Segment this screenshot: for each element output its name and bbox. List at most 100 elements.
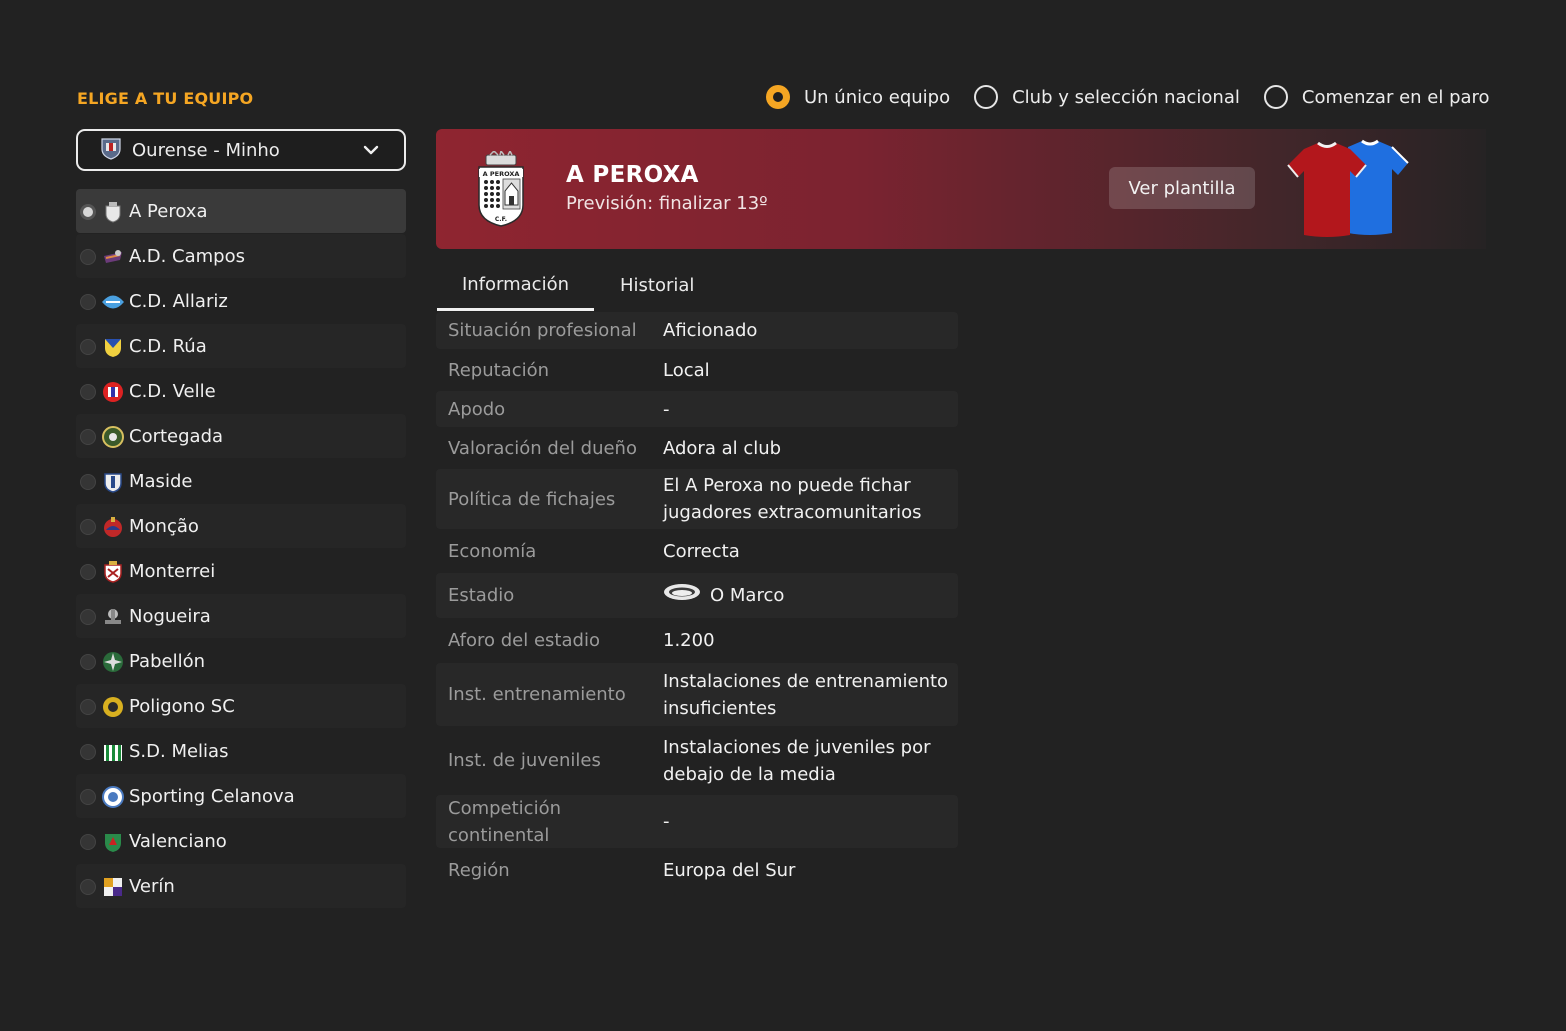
- team-name: Maside: [129, 471, 193, 492]
- team-radio[interactable]: [80, 428, 96, 445]
- info-label: Apodo: [448, 398, 506, 420]
- mode-option-label: Club y selección nacional: [1012, 86, 1240, 108]
- team-radio[interactable]: [80, 338, 96, 355]
- team-name: Pabellón: [129, 651, 205, 672]
- team-name: S.D. Melias: [129, 741, 229, 762]
- team-item-cortegada[interactable]: Cortegada: [76, 414, 406, 459]
- team-name: C.D. Velle: [129, 381, 216, 402]
- team-item-cd-rua[interactable]: C.D. Rúa: [76, 324, 406, 369]
- team-item-moncao[interactable]: Monção: [76, 504, 406, 549]
- info-label: Economía: [448, 540, 537, 562]
- team-radio[interactable]: [80, 248, 96, 265]
- club-crest-footer: C.F.: [495, 216, 507, 223]
- mode-option-label: Comenzar en el paro: [1301, 86, 1490, 108]
- team-item-cd-velle[interactable]: C.D. Velle: [76, 369, 406, 414]
- team-crest-icon: [101, 290, 125, 314]
- region-crest-icon: [100, 136, 122, 164]
- info-row-continental-competition: Competición continental -: [436, 795, 958, 848]
- club-name: A PEROXA: [566, 162, 699, 188]
- info-label: Política de fichajes: [448, 488, 616, 510]
- info-value: Aficionado: [663, 320, 758, 341]
- team-name: Nogueira: [129, 606, 211, 627]
- team-name: Cortegada: [129, 426, 224, 447]
- info-label: Competición continental: [448, 797, 561, 846]
- tab-informacion[interactable]: Información: [437, 260, 594, 311]
- info-row-transfer-policy: Política de fichajes El A Peroxa no pued…: [436, 469, 958, 529]
- info-value: Correcta: [663, 540, 740, 562]
- club-info-table: Situación profesional Aficionado Reputac…: [436, 312, 958, 892]
- team-item-verin[interactable]: Verín: [76, 864, 406, 909]
- team-item-cd-allariz[interactable]: C.D. Allariz: [76, 279, 406, 324]
- club-prediction: Previsión: finalizar 13º: [566, 193, 768, 214]
- team-crest-icon: [101, 245, 125, 269]
- info-value: 1.200: [663, 630, 715, 651]
- info-label: Región: [448, 859, 510, 881]
- team-item-sd-melias[interactable]: S.D. Melias: [76, 729, 406, 774]
- team-list: A Peroxa A.D. Campos C.D. Allariz C.D. R…: [76, 189, 406, 909]
- team-radio[interactable]: [80, 653, 96, 670]
- info-value: Local: [663, 359, 710, 381]
- club-crest-text: A PEROXA: [483, 170, 520, 178]
- team-item-nogueira[interactable]: Nogueira: [76, 594, 406, 639]
- info-row-region: Región Europa del Sur: [436, 851, 958, 889]
- team-radio[interactable]: [80, 473, 96, 490]
- team-name: C.D. Allariz: [129, 291, 228, 312]
- info-label: Situación profesional: [448, 320, 637, 341]
- team-crest-icon: [101, 200, 125, 224]
- team-crest-icon: [101, 605, 125, 629]
- mode-option-single-team[interactable]: Un único equipo: [766, 85, 950, 109]
- info-row-stadium-capacity: Aforo del estadio 1.200: [436, 621, 958, 660]
- team-item-pabellon[interactable]: Pabellón: [76, 639, 406, 684]
- team-item-maside[interactable]: Maside: [76, 459, 406, 504]
- team-item-a-peroxa[interactable]: A Peroxa: [76, 189, 406, 234]
- club-kits: [1286, 137, 1416, 245]
- team-item-ad-campos[interactable]: A.D. Campos: [76, 234, 406, 279]
- team-radio[interactable]: [80, 293, 96, 310]
- info-row-owner-rating: Valoración del dueño Adora al club: [436, 430, 958, 466]
- team-item-monterrei[interactable]: Monterrei: [76, 549, 406, 594]
- team-item-sporting-celanova[interactable]: Sporting Celanova: [76, 774, 406, 819]
- view-squad-button[interactable]: Ver plantilla: [1109, 167, 1255, 209]
- stadium-icon: [663, 582, 701, 610]
- region-dropdown-value: Ourense - Minho: [132, 139, 280, 161]
- team-radio[interactable]: [80, 383, 96, 400]
- info-value: El A Peroxa no puede fichar jugadores ex…: [663, 475, 922, 523]
- team-radio[interactable]: [80, 833, 96, 850]
- team-crest-icon: [101, 695, 125, 719]
- team-radio[interactable]: [80, 698, 96, 715]
- info-label: Valoración del dueño: [448, 437, 637, 459]
- page-heading: ELIGE A TU EQUIPO: [77, 89, 254, 108]
- info-value: Instalaciones de entrenamiento insuficie…: [663, 670, 949, 719]
- region-dropdown[interactable]: Ourense - Minho: [76, 129, 406, 171]
- team-crest-icon: [101, 740, 125, 764]
- radio-unselected-icon[interactable]: [1263, 85, 1288, 109]
- team-radio[interactable]: [80, 788, 96, 805]
- team-radio-selected[interactable]: [80, 203, 96, 220]
- info-value: Europa del Sur: [663, 859, 796, 881]
- radio-unselected-icon[interactable]: [974, 85, 999, 109]
- mode-option-club-and-national[interactable]: Club y selección nacional: [974, 85, 1240, 109]
- info-label: Estadio: [448, 585, 515, 606]
- team-item-poligono-sc[interactable]: Poligono SC: [76, 684, 406, 729]
- team-crest-icon: [101, 515, 125, 539]
- info-tabs: Información Historial: [437, 260, 720, 311]
- team-radio[interactable]: [80, 608, 96, 625]
- info-row-reputation: Reputación Local: [436, 352, 958, 388]
- team-name: A Peroxa: [129, 201, 208, 222]
- info-row-professional-status: Situación profesional Aficionado: [436, 312, 958, 349]
- mode-option-unemployed[interactable]: Comenzar en el paro: [1263, 85, 1490, 109]
- away-kit-icon: [1348, 139, 1409, 235]
- radio-selected-icon[interactable]: [766, 85, 790, 109]
- team-crest-icon: [101, 380, 125, 404]
- info-row-finances: Economía Correcta: [436, 532, 958, 570]
- team-name: Verín: [129, 876, 175, 897]
- team-radio[interactable]: [80, 518, 96, 535]
- team-item-valenciano[interactable]: Valenciano: [76, 819, 406, 864]
- team-radio[interactable]: [80, 743, 96, 760]
- team-radio[interactable]: [80, 878, 96, 895]
- club-crest-icon: A PEROXA C.F.: [476, 149, 526, 231]
- tab-historial[interactable]: Historial: [594, 260, 720, 311]
- info-row-stadium: Estadio O Marco: [436, 573, 958, 618]
- team-radio[interactable]: [80, 563, 96, 580]
- team-crest-icon: [101, 650, 125, 674]
